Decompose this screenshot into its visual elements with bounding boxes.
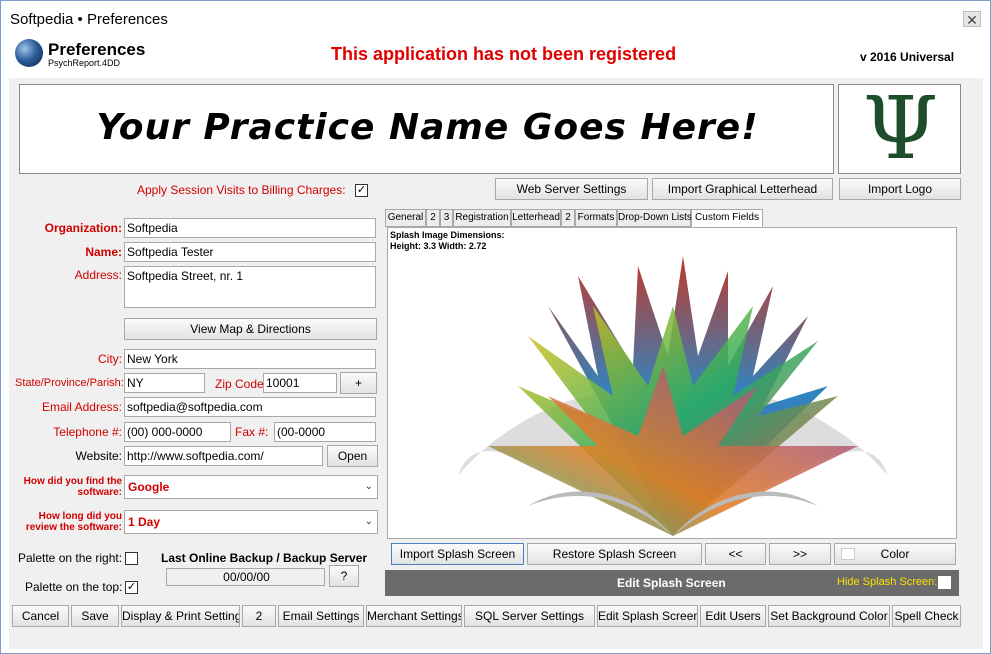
find-software-label-1: How did you find the xyxy=(23,476,122,487)
tab-formats[interactable]: Formats xyxy=(575,209,617,227)
web-server-settings-button[interactable]: Web Server Settings xyxy=(495,178,648,200)
splash-dims-title: Splash Image Dimensions: xyxy=(390,230,505,240)
psi-logo-icon: Ψ xyxy=(862,79,939,179)
cancel-button[interactable]: Cancel xyxy=(12,605,69,627)
registration-warning: This application has not been registered xyxy=(331,44,677,64)
color-button[interactable]: Color xyxy=(834,543,956,565)
spell-check-button[interactable]: Spell Check xyxy=(892,605,961,627)
backup-label: Last Online Backup / Backup Server xyxy=(161,551,368,565)
splash-image xyxy=(458,256,888,536)
edit-users-button[interactable]: Edit Users xyxy=(700,605,766,627)
hide-splash-label: Hide Splash Screen: xyxy=(837,576,938,588)
website-field[interactable]: http://www.softpedia.com/ xyxy=(124,446,323,466)
logo-box: Ψ xyxy=(838,79,961,179)
billing-label: Apply Session Visits to Billing Charges: xyxy=(137,183,346,197)
splash-panel: Splash Image Dimensions: Height: 3.3 Wid… xyxy=(387,227,957,539)
tab-3[interactable]: 3 xyxy=(440,209,453,227)
tab-registration[interactable]: Registration xyxy=(453,209,511,227)
organization-label: Organization: xyxy=(44,221,122,235)
state-field[interactable]: NY xyxy=(124,373,205,393)
add-button[interactable]: + xyxy=(340,372,377,394)
find-software-label-2: software: xyxy=(77,487,122,498)
tab-letterhead[interactable]: Letterhead xyxy=(511,209,561,227)
page-title: Preferences xyxy=(48,40,146,59)
tab-drop-down-lists[interactable]: Drop-Down Lists xyxy=(617,209,692,227)
import-letterhead-button[interactable]: Import Graphical Letterhead xyxy=(652,178,833,200)
palette-right-checkbox[interactable] xyxy=(125,552,138,565)
zip-field[interactable]: 10001 xyxy=(263,373,337,393)
window-title: Softpedia • Preferences xyxy=(10,11,168,28)
edit-splash-bar: Edit Splash Screen Hide Splash Screen: xyxy=(385,570,959,596)
address-label: Address: xyxy=(74,268,122,282)
telephone-label: Telephone #: xyxy=(53,425,122,439)
close-icon[interactable]: ✕ xyxy=(963,11,981,28)
find-software-value: Google xyxy=(128,480,170,494)
page-subtitle: PsychReport.4DD xyxy=(48,58,121,68)
review-software-label-2: review the software: xyxy=(25,522,122,533)
email-label: Email Address: xyxy=(41,400,122,414)
edit-splash-title: Edit Splash Screen xyxy=(617,576,726,590)
tab-custom-fields[interactable]: Custom Fields xyxy=(691,209,763,227)
next-button[interactable]: >> xyxy=(769,543,831,565)
view-map-button[interactable]: View Map & Directions xyxy=(124,318,377,340)
set-background-color-button[interactable]: Set Background Color xyxy=(768,605,890,627)
letterhead-banner: Your Practice Name Goes Here! xyxy=(19,84,834,174)
merchant-settings-button[interactable]: Merchant Settings xyxy=(366,605,462,627)
settings-2-button[interactable]: 2 xyxy=(242,605,276,627)
telephone-field[interactable]: (00) 000-0000 xyxy=(124,422,231,442)
open-website-button[interactable]: Open xyxy=(327,445,378,467)
review-software-value: 1 Day xyxy=(128,515,161,529)
preferences-window: Softpedia • Preferences ✕ Preferences Ps… xyxy=(0,0,991,654)
globe-logo-icon xyxy=(15,39,43,67)
tab-2b[interactable]: 2 xyxy=(561,209,575,227)
version-label: v 2016 Universal xyxy=(860,50,955,64)
chevron-down-icon: ⌄ xyxy=(364,516,373,527)
fax-label: Fax #: xyxy=(235,425,269,439)
palette-top-checkbox[interactable]: ✓ xyxy=(125,581,138,594)
tab-general[interactable]: General xyxy=(385,209,426,227)
backup-value: 00/00/00 xyxy=(166,568,325,586)
edit-splash-screen-button[interactable]: Edit Splash Screen xyxy=(597,605,698,627)
palette-right-label: Palette on the right: xyxy=(18,551,123,565)
save-button[interactable]: Save xyxy=(71,605,119,627)
name-field[interactable]: Softpedia Tester xyxy=(124,242,376,262)
city-field[interactable]: New York xyxy=(124,349,376,369)
email-field[interactable]: softpedia@softpedia.com xyxy=(124,397,376,417)
sql-server-settings-button[interactable]: SQL Server Settings xyxy=(464,605,595,627)
display-print-settings-button[interactable]: Display & Print Settings xyxy=(121,605,240,627)
website-label: Website: xyxy=(75,449,122,463)
import-logo-button[interactable]: Import Logo xyxy=(839,178,961,200)
color-button-label: Color xyxy=(880,547,910,561)
preferences-content: Preferences PsychReport.4DD This applica… xyxy=(9,34,983,649)
review-software-select[interactable]: 1 Day ⌄ xyxy=(124,510,378,534)
chevron-down-icon: ⌄ xyxy=(364,481,373,492)
address-field[interactable]: Softpedia Street, nr. 1 xyxy=(124,266,376,308)
zip-label: Zip Code: xyxy=(215,377,268,391)
title-bar: Softpedia • Preferences ✕ xyxy=(1,1,990,35)
practice-name-text: Your Practice Name Goes Here! xyxy=(96,107,759,148)
import-splash-button[interactable]: Import Splash Screen xyxy=(391,543,524,565)
palette-top-label: Palette on the top: xyxy=(25,580,123,594)
restore-splash-button[interactable]: Restore Splash Screen xyxy=(527,543,702,565)
hide-splash-checkbox[interactable] xyxy=(938,576,951,589)
review-software-label-1: How long did you xyxy=(38,511,122,522)
organization-field[interactable]: Softpedia xyxy=(124,218,376,238)
find-software-select[interactable]: Google ⌄ xyxy=(124,475,378,499)
email-settings-button[interactable]: Email Settings xyxy=(278,605,364,627)
state-label: State/Province/Parish: xyxy=(15,377,124,389)
billing-checkbox[interactable]: ✓ xyxy=(355,184,368,197)
backup-help-button[interactable]: ? xyxy=(329,565,359,587)
city-label: City: xyxy=(98,352,122,366)
previous-button[interactable]: << xyxy=(705,543,766,565)
name-label: Name: xyxy=(85,245,122,259)
fax-field[interactable]: (00-0000 xyxy=(274,422,376,442)
tab-2[interactable]: 2 xyxy=(426,209,440,227)
